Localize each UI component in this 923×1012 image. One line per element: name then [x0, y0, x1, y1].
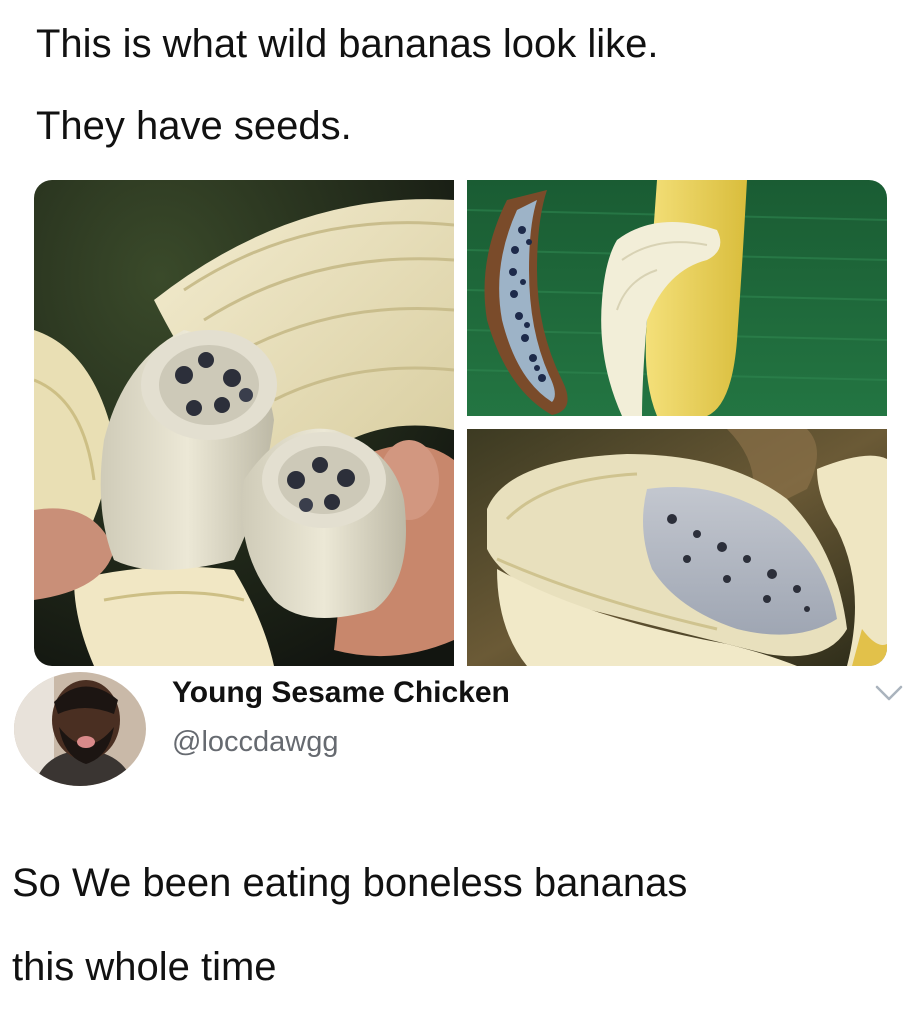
chevron-down-icon[interactable]: [872, 680, 906, 706]
split-banana-on-leaf-photo[interactable]: [467, 180, 887, 416]
display-name[interactable]: Young Sesame Chicken: [172, 674, 510, 712]
tweet-text-line-1: So We been eating boneless bananas: [12, 861, 688, 905]
user-avatar-photo[interactable]: [14, 672, 146, 786]
seeded-banana-cross-section-photo[interactable]: [34, 180, 454, 666]
tweet-text-line-2: this whole time: [12, 945, 277, 989]
user-handle[interactable]: @loccdawgg: [172, 724, 338, 760]
halved-seeded-banana-photo[interactable]: [467, 429, 887, 666]
meme-caption-line-2: They have seeds.: [36, 104, 352, 148]
meme-caption-line-1: This is what wild bananas look like.: [36, 22, 659, 66]
